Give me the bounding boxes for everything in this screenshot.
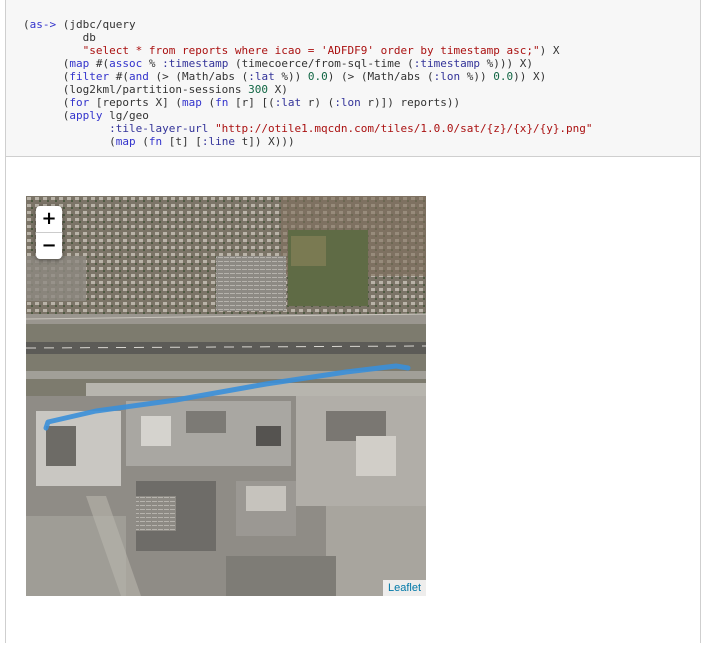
code-token: db	[23, 31, 96, 44]
code-token: (	[23, 96, 70, 109]
code-token: r) (	[301, 96, 335, 109]
code-token: (	[23, 135, 116, 148]
code-token: [t] [	[162, 135, 202, 148]
code-token: (timecoerce/from-sql-time (	[228, 57, 414, 70]
zoom-in-button[interactable]: +	[36, 206, 62, 233]
code-token: ) (> (Math/abs (	[327, 70, 434, 83]
code-token: 300	[248, 83, 269, 96]
code-token: map	[69, 57, 90, 70]
code-line: (map (fn [t] [:line t]) X)))	[23, 135, 295, 148]
code-token: 0.0	[307, 70, 328, 83]
code-token: map	[181, 96, 202, 109]
code-token: (	[135, 135, 149, 148]
code-token: 0.0	[493, 70, 514, 83]
code-token: for	[69, 96, 90, 109]
zoom-control: + −	[36, 206, 62, 259]
code-token: t]) X)))	[234, 135, 295, 148]
code-line: (log2kml/partition-sessions 300 X)	[23, 83, 288, 96]
code-token: (log2kml/partition-sessions	[23, 83, 249, 96]
code-token: "http://otile1.mqcdn.com/tiles/1.0.0/sat…	[215, 122, 593, 135]
zoom-out-button[interactable]: −	[36, 233, 62, 259]
code-token: ) X	[539, 44, 560, 57]
code-token: #(	[109, 70, 129, 83]
code-token: [r] [(	[228, 96, 275, 109]
code-line: (as-> (jdbc/query	[23, 18, 136, 31]
map-tiles	[26, 196, 426, 596]
code-token: %))	[460, 70, 494, 83]
code-line: (map #(assoc % :timestamp (timecoerce/fr…	[23, 57, 533, 70]
code-token: assoc	[109, 57, 143, 70]
code-line: (filter #(and (> (Math/abs (:lat %)) 0.0…	[23, 70, 547, 83]
attribution-link[interactable]: Leaflet	[382, 580, 426, 596]
code-token: and	[128, 70, 149, 83]
code-token: :timestamp	[413, 57, 481, 70]
code-token: r)]) reports))	[360, 96, 461, 109]
cell-output: + − Leaflet	[6, 158, 700, 643]
code-token: lg/geo	[102, 109, 149, 122]
code-line: "select * from reports where icao = 'ADF…	[23, 44, 560, 57]
code-token: %	[142, 57, 163, 70]
code-token: :lon	[433, 70, 461, 83]
code-input-area[interactable]: (as-> (jdbc/query db "select * from repo…	[6, 0, 700, 157]
code-token: X)	[268, 83, 288, 96]
code-token: :lon	[334, 96, 361, 109]
code-token: :lat	[274, 96, 302, 109]
code-token: )) X)	[513, 70, 547, 83]
code-token: (jdbc/query	[56, 18, 136, 31]
code-token: (	[201, 96, 216, 109]
code-token: (	[23, 57, 70, 70]
notebook-cell: (as-> (jdbc/query db "select * from repo…	[5, 0, 701, 643]
code-token: %))	[274, 70, 308, 83]
code-token: [reports X] (	[89, 96, 182, 109]
code-token: as->	[29, 18, 57, 31]
code-token: (> (Math/abs (	[148, 70, 249, 83]
code-token: filter	[69, 70, 110, 83]
code-token: :timestamp	[162, 57, 229, 70]
satellite-map[interactable]: + − Leaflet	[26, 196, 426, 596]
code-line: db	[23, 31, 96, 44]
code-token: #(	[89, 57, 110, 70]
code-token: :line	[201, 135, 235, 148]
code-token: %))) X)	[480, 57, 533, 70]
code-line: :tile-layer-url "http://otile1.mqcdn.com…	[23, 122, 593, 135]
code-token: (	[23, 109, 70, 122]
code-token: fn	[148, 135, 163, 148]
code-line: (for [reports X] (map (fn [r] [(:lat r) …	[23, 96, 460, 109]
code-token: fn	[215, 96, 229, 109]
code-token: map	[115, 135, 136, 148]
code-line: (apply lg/geo	[23, 109, 149, 122]
code-token: :tile-layer-url	[109, 122, 209, 135]
code-token: (	[23, 70, 70, 83]
code-token: (	[23, 18, 30, 31]
code-token: apply	[69, 109, 103, 122]
code-editor[interactable]: (as-> (jdbc/query db "select * from repo…	[23, 18, 593, 148]
code-token: :lat	[248, 70, 275, 83]
code-token: "select * from reports where icao = 'ADF…	[82, 44, 540, 57]
